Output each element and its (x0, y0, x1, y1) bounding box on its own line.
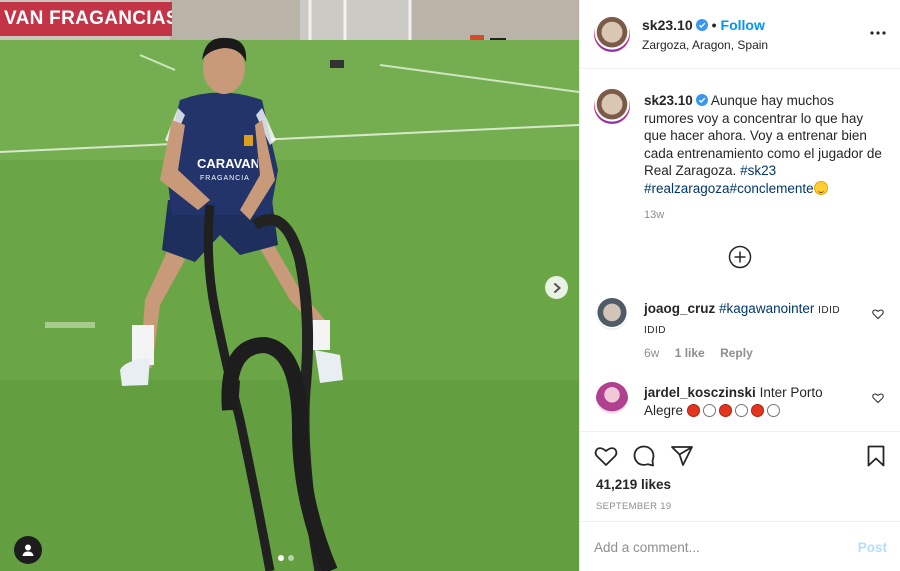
comment-likes[interactable]: 1 like (675, 346, 705, 360)
heart-icon[interactable] (872, 392, 884, 404)
more-options-icon[interactable] (869, 24, 887, 42)
load-more-comments-icon[interactable] (728, 245, 752, 269)
next-slide-button[interactable] (545, 276, 568, 299)
red-white-circles (686, 403, 783, 418)
comment-text: jardel_kosczinski Inter Porto Alegre (644, 384, 864, 420)
stadium-banner: VAN FRAGANCIAS (0, 2, 172, 36)
user-tag-icon (22, 544, 34, 556)
post-date: SEPTEMBER 19 (596, 501, 672, 512)
caption-text: sk23.10 Aunque hay muchos rumores voy a … (644, 92, 884, 197)
comment-avatar[interactable] (596, 298, 628, 330)
smiling-face-icon (813, 180, 828, 195)
red-circle-icon (686, 404, 700, 417)
comment-username[interactable]: joaog_cruz (644, 301, 715, 316)
caption-time[interactable]: 13w (644, 209, 664, 221)
carousel-indicators (278, 555, 294, 561)
comment-hashtag[interactable]: #kagawanointer (719, 301, 814, 316)
follow-button[interactable]: Follow (721, 17, 765, 33)
avatar[interactable] (594, 16, 630, 52)
comment-meta: 6w 1 like Reply (644, 346, 765, 360)
verified-badge-icon (695, 19, 708, 31)
red-circle-icon (718, 404, 732, 417)
location-link[interactable]: Zargoza, Aragon, Spain (642, 38, 768, 52)
likes-count[interactable]: 41,219 likes (596, 477, 671, 492)
white-circle-icon (702, 404, 716, 417)
comments-section: sk23.10 Aunque hay muchos rumores voy a … (580, 70, 900, 430)
add-comment-bar: Post (580, 521, 900, 571)
shirt-sponsor: CARAVAN FRAGANCIA (197, 156, 258, 182)
comment-icon[interactable] (632, 444, 656, 468)
comment-time[interactable]: 6w (644, 346, 659, 360)
comment-input[interactable] (594, 536, 834, 558)
verified-badge-icon (695, 94, 708, 106)
heart-icon[interactable] (594, 444, 618, 468)
carousel-dot (288, 555, 294, 561)
post-button[interactable]: Post (858, 540, 887, 555)
white-circle-icon (734, 404, 748, 417)
header-separator: • (711, 17, 717, 33)
carousel-dot-active (278, 555, 284, 561)
comment-text: joaog_cruz #kagawanointer IDID IDID (644, 300, 864, 340)
heart-icon[interactable] (872, 308, 884, 320)
comment-username[interactable]: jardel_kosczinski (644, 385, 756, 400)
share-icon[interactable] (670, 444, 694, 468)
white-circle-icon (766, 404, 780, 417)
reply-button[interactable]: Reply (720, 346, 753, 360)
comment-avatar[interactable] (596, 382, 628, 414)
post-side-panel: sk23.10 • Follow Zargoza, Aragon, Spain s… (579, 0, 900, 571)
shirt-sponsor-line-2: FRAGANCIA (200, 175, 250, 182)
post-actions: 41,219 likes SEPTEMBER 19 (580, 431, 900, 521)
photo-scene (0, 0, 579, 571)
chevron-right-icon (553, 282, 561, 293)
header-username[interactable]: sk23.10 (642, 17, 693, 33)
red-circle-icon (750, 404, 764, 417)
bookmark-icon[interactable] (864, 444, 888, 468)
shirt-sponsor-line-1: CARAVAN (197, 156, 258, 171)
post-header: sk23.10 • Follow Zargoza, Aragon, Spain (580, 0, 900, 69)
caption-username[interactable]: sk23.10 (644, 93, 693, 108)
caption-avatar[interactable] (594, 88, 630, 124)
user-tag-button[interactable] (14, 536, 42, 564)
post-photo[interactable]: VAN FRAGANCIAS CARAVAN FRAGANCIA (0, 0, 579, 571)
